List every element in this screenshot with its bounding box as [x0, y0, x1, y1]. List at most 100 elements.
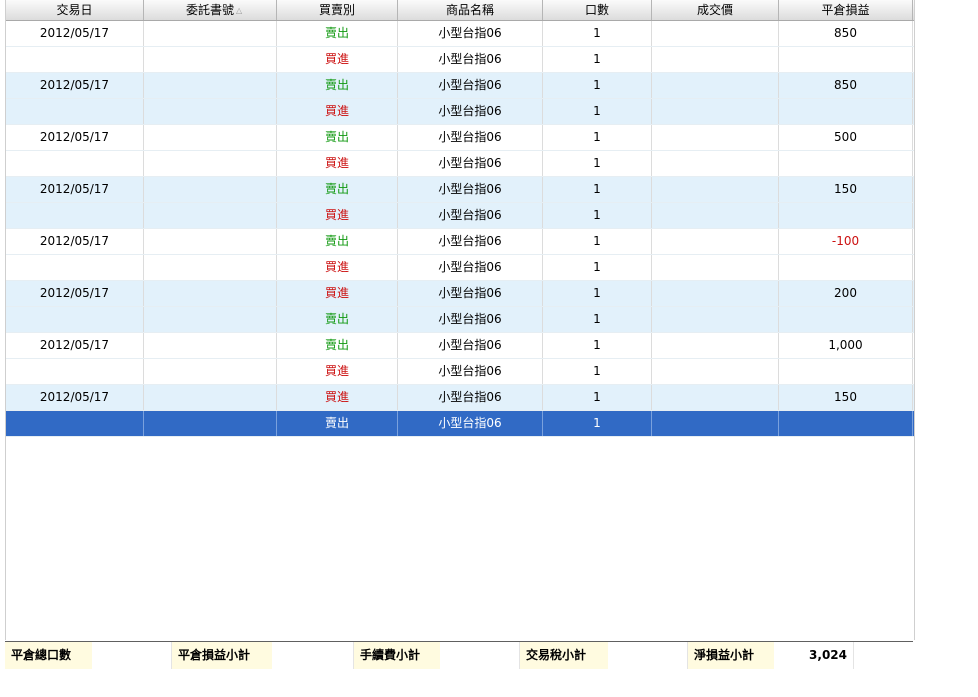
cell-product: 小型台指06 [398, 99, 543, 124]
table-row[interactable]: 買進 小型台指06 1 [6, 359, 914, 385]
cell-product: 小型台指06 [398, 21, 543, 46]
total-qty-label: 平倉總口數 [5, 642, 92, 669]
col-header-side[interactable]: 買賣別 [277, 0, 398, 20]
cell-qty: 1 [543, 21, 652, 46]
cell-pnl: 500 [779, 125, 913, 150]
net-pnl-value: 3,024 [774, 642, 854, 669]
cell-pnl [779, 99, 913, 124]
cell-qty: 1 [543, 281, 652, 306]
cell-pnl: 150 [779, 385, 913, 410]
cell-price [652, 255, 779, 280]
cell-product: 小型台指06 [398, 47, 543, 72]
cell-price [652, 47, 779, 72]
cell-product: 小型台指06 [398, 411, 543, 436]
cell-pnl [779, 411, 913, 436]
cell-product: 小型台指06 [398, 281, 543, 306]
cell-order-no [144, 125, 277, 150]
cell-side: 賣出 [277, 307, 398, 332]
cell-pnl [779, 47, 913, 72]
cell-side: 賣出 [277, 177, 398, 202]
cell-price [652, 281, 779, 306]
cell-date [6, 411, 144, 436]
table-row[interactable]: 買進 小型台指06 1 [6, 203, 914, 229]
cell-side: 買進 [277, 47, 398, 72]
cell-order-no [144, 203, 277, 228]
pnl-subtotal-value [272, 642, 354, 669]
cell-date [6, 359, 144, 384]
col-header-price[interactable]: 成交價 [652, 0, 779, 20]
cell-pnl: 200 [779, 281, 913, 306]
cell-date [6, 255, 144, 280]
table-row[interactable]: 買進 小型台指06 1 [6, 47, 914, 73]
cell-side: 買進 [277, 203, 398, 228]
tax-subtotal-value [608, 642, 688, 669]
cell-order-no [144, 281, 277, 306]
cell-price [652, 203, 779, 228]
trade-grid: 交易日 委託書號 △ 買賣別 商品名稱 口數 成交價 平倉損益 2012/05/1… [5, 0, 915, 640]
cell-side: 賣出 [277, 125, 398, 150]
cell-qty: 1 [543, 255, 652, 280]
cell-price [652, 359, 779, 384]
fee-subtotal-value [440, 642, 520, 669]
cell-price [652, 307, 779, 332]
cell-product: 小型台指06 [398, 255, 543, 280]
cell-date: 2012/05/17 [6, 73, 144, 98]
cell-qty: 1 [543, 125, 652, 150]
cell-price [652, 385, 779, 410]
col-header-product[interactable]: 商品名稱 [398, 0, 543, 20]
table-row[interactable]: 買進 小型台指06 1 [6, 99, 914, 125]
col-header-order-no[interactable]: 委託書號 △ [144, 0, 277, 20]
table-row[interactable]: 2012/05/17 買進 小型台指06 1 150 [6, 385, 914, 411]
cell-product: 小型台指06 [398, 203, 543, 228]
cell-side: 買進 [277, 385, 398, 410]
cell-order-no [144, 99, 277, 124]
table-row[interactable]: 2012/05/17 賣出 小型台指06 1 850 [6, 21, 914, 47]
cell-qty: 1 [543, 151, 652, 176]
cell-product: 小型台指06 [398, 385, 543, 410]
cell-qty: 1 [543, 411, 652, 436]
cell-qty: 1 [543, 359, 652, 384]
cell-product: 小型台指06 [398, 307, 543, 332]
table-row[interactable]: 2012/05/17 賣出 小型台指06 1 850 [6, 73, 914, 99]
cell-date: 2012/05/17 [6, 229, 144, 254]
cell-pnl: -100 [779, 229, 913, 254]
cell-side: 賣出 [277, 333, 398, 358]
table-row[interactable]: 2012/05/17 賣出 小型台指06 1 -100 [6, 229, 914, 255]
cell-pnl [779, 359, 913, 384]
cell-pnl [779, 203, 913, 228]
cell-date: 2012/05/17 [6, 21, 144, 46]
table-row[interactable]: 買進 小型台指06 1 [6, 151, 914, 177]
cell-side: 買進 [277, 281, 398, 306]
col-header-date[interactable]: 交易日 [6, 0, 144, 20]
cell-price [652, 411, 779, 436]
table-row[interactable]: 2012/05/17 賣出 小型台指06 1 150 [6, 177, 914, 203]
cell-date: 2012/05/17 [6, 333, 144, 358]
cell-qty: 1 [543, 177, 652, 202]
table-row[interactable]: 賣出 小型台指06 1 [6, 307, 914, 333]
table-row[interactable]: 賣出 小型台指06 1 [6, 411, 914, 437]
cell-price [652, 99, 779, 124]
cell-side: 賣出 [277, 73, 398, 98]
cell-date: 2012/05/17 [6, 125, 144, 150]
cell-order-no [144, 333, 277, 358]
cell-product: 小型台指06 [398, 359, 543, 384]
table-row[interactable]: 2012/05/17 賣出 小型台指06 1 1,000 [6, 333, 914, 359]
cell-product: 小型台指06 [398, 151, 543, 176]
cell-date [6, 99, 144, 124]
cell-side: 賣出 [277, 229, 398, 254]
cell-price [652, 229, 779, 254]
table-row[interactable]: 買進 小型台指06 1 [6, 255, 914, 281]
cell-order-no [144, 359, 277, 384]
cell-order-no [144, 47, 277, 72]
cell-pnl: 850 [779, 73, 913, 98]
col-header-qty[interactable]: 口數 [543, 0, 652, 20]
cell-order-no [144, 385, 277, 410]
table-row[interactable]: 2012/05/17 賣出 小型台指06 1 500 [6, 125, 914, 151]
col-header-order-no-label: 委託書號 [185, 3, 234, 17]
cell-date [6, 151, 144, 176]
cell-price [652, 125, 779, 150]
col-header-pnl[interactable]: 平倉損益 [779, 0, 913, 20]
table-row[interactable]: 2012/05/17 買進 小型台指06 1 200 [6, 281, 914, 307]
cell-qty: 1 [543, 99, 652, 124]
cell-side: 買進 [277, 255, 398, 280]
